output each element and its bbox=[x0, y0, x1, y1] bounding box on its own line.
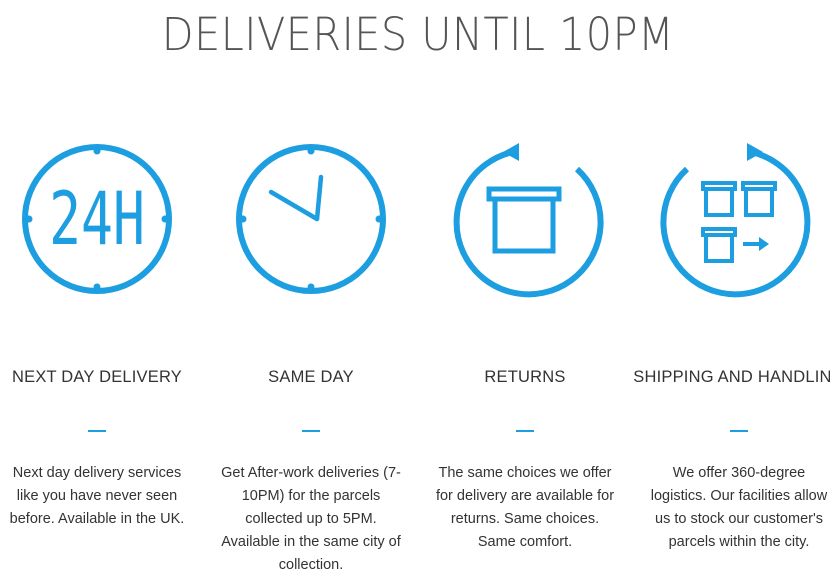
feature-description: Get After-work deliveries (7-10PM) for t… bbox=[221, 465, 401, 573]
feature-heading: SAME DAY bbox=[268, 367, 354, 386]
feature-description: We offer 360-degree logistics. Our facil… bbox=[650, 465, 828, 550]
shipping-boxes-icon bbox=[659, 139, 819, 299]
accent-dash bbox=[516, 430, 534, 432]
feature-shipping-and-handling: SHIPPING AND HANDLING We offer 360-degre… bbox=[632, 0, 830, 570]
feature-heading: NEXT DAY DELIVERY bbox=[12, 367, 182, 386]
24h-clock-icon: 24H bbox=[17, 139, 177, 299]
feature-next-day-delivery: 24H NEXT DAY DELIVERY Next day delivery … bbox=[0, 0, 204, 570]
24h-icon-text: 24H bbox=[49, 177, 145, 262]
accent-dash bbox=[302, 430, 320, 432]
feature-heading: RETURNS bbox=[484, 367, 566, 386]
feature-heading: SHIPPING AND HANDLING bbox=[633, 367, 830, 386]
accent-dash bbox=[730, 430, 748, 432]
feature-returns: RETURNS The same choices we offer for de… bbox=[418, 0, 632, 570]
features-section: 24H NEXT DAY DELIVERY Next day delivery … bbox=[0, 0, 830, 573]
accent-dash bbox=[88, 430, 106, 432]
return-box-icon bbox=[445, 139, 605, 299]
clock-icon bbox=[231, 139, 391, 299]
feature-same-day: SAME DAY Get After-work deliveries (7-10… bbox=[204, 0, 418, 573]
feature-description: The same choices we offer for delivery a… bbox=[435, 465, 615, 550]
feature-description: Next day delivery services like you have… bbox=[9, 465, 185, 527]
